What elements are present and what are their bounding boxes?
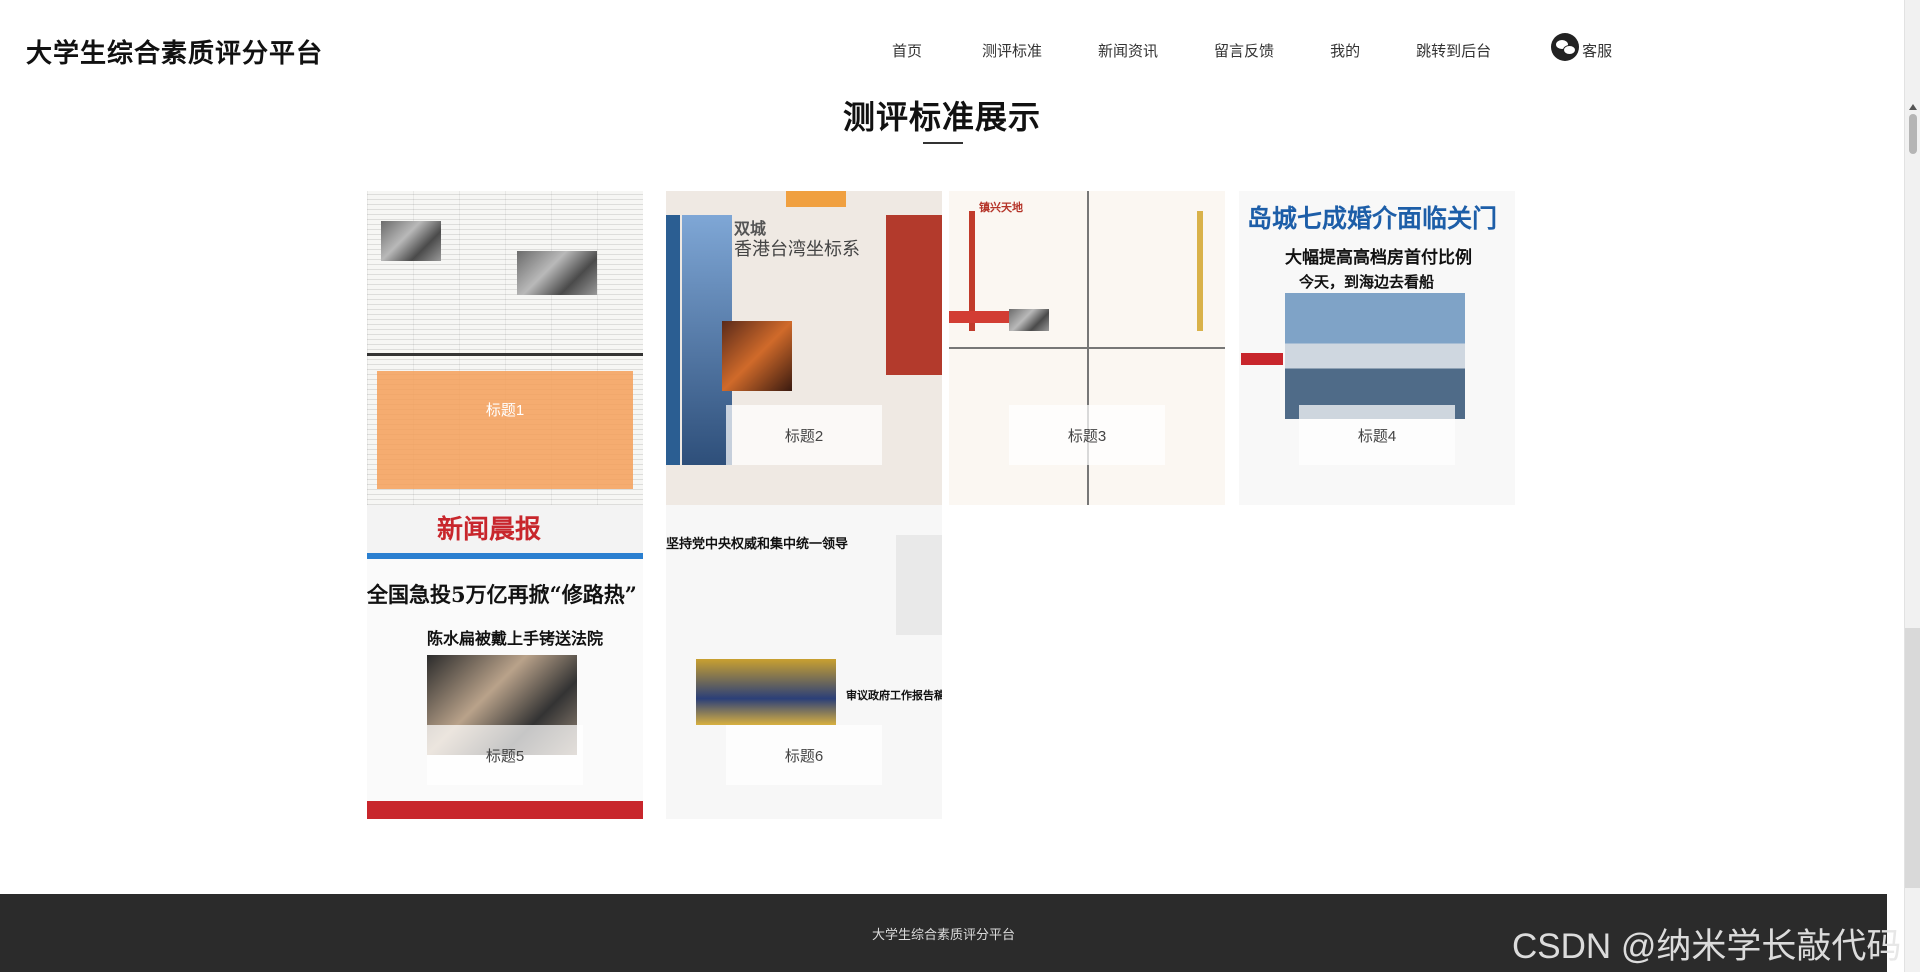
card-accent (949, 311, 1009, 323)
card-label: 标题2 (784, 427, 824, 445)
card-label-overlay: 标题6 (726, 725, 882, 785)
nav-admin[interactable]: 跳转到后台 (1416, 40, 1491, 61)
card-photo (1285, 293, 1465, 419)
nav-mine[interactable]: 我的 (1330, 40, 1360, 61)
standard-card-1[interactable]: 标题1 (367, 191, 643, 505)
card-masthead: 镇兴天地 (979, 201, 1023, 214)
nav-home[interactable]: 首页 (892, 40, 922, 61)
site-title[interactable]: 大学生综合素质评分平台 (26, 33, 323, 70)
card-label: 标题1 (485, 402, 525, 419)
scroll-track (1905, 628, 1920, 888)
card-subhead: 审议政府工作报告稿 (846, 689, 942, 702)
card-label-overlay: 标题4 (1299, 405, 1455, 465)
card-subhead: 陈水扁被戴上手铐送法院 (427, 629, 604, 648)
standard-card-6[interactable]: 坚持党中央权威和集中统一领导 审议政府工作报告稿 标题6 (666, 505, 942, 819)
standard-card-2[interactable]: 双城 香港台湾坐标系 标题2 (666, 191, 942, 505)
wechat-icon (1551, 33, 1580, 61)
card-photo (381, 221, 441, 261)
page-scrollbar[interactable] (1904, 0, 1920, 972)
card-accent (896, 535, 942, 635)
nav-news[interactable]: 新闻资讯 (1098, 40, 1158, 61)
main-nav: 首页 测评标准 新闻资讯 留言反馈 我的 跳转到后台 客服 (892, 33, 1613, 64)
card-subhead-2: 今天，到海边去看船 (1299, 273, 1435, 291)
card-headline: 香港台湾坐标系 (734, 239, 860, 260)
scroll-up-icon[interactable] (1909, 104, 1917, 110)
card-label-overlay: 标题5 (427, 725, 583, 785)
card-accent (1197, 211, 1203, 331)
section-title: 测评标准展示 (842, 99, 1041, 135)
card-photo (722, 321, 792, 391)
site-header: 大学生综合素质评分平台 首页 测评标准 新闻资讯 留言反馈 我的 跳转到后台 客… (0, 0, 1904, 96)
card-accent (886, 215, 942, 375)
standard-card-3[interactable]: 镇兴天地 标题3 (949, 191, 1225, 505)
card-label: 标题4 (1357, 427, 1397, 445)
card-label: 标题5 (485, 747, 525, 765)
card-label: 标题6 (784, 747, 824, 765)
card-headline: 坚持党中央权威和集中统一领导 (666, 537, 849, 552)
nav-feedback[interactable]: 留言反馈 (1214, 40, 1274, 61)
card-photo (696, 659, 836, 725)
card-accent (1241, 353, 1283, 365)
card-photo (1009, 309, 1049, 331)
card-hover-overlay: 标题1 (377, 371, 633, 489)
card-label: 标题3 (1067, 427, 1107, 445)
card-accent (367, 801, 643, 819)
card-headline: 全国急投5万亿再掀“修路热” (367, 582, 637, 607)
title-underline (923, 142, 963, 144)
card-label-overlay: 标题3 (1009, 405, 1165, 465)
card-label-overlay: 标题2 (726, 405, 882, 465)
card-accent (666, 215, 680, 465)
card-subhead: 大幅提高高档房首付比例 (1285, 248, 1472, 268)
customer-service-label: 客服 (1582, 42, 1613, 60)
standard-card-5[interactable]: 新闻晨报 全国急投5万亿再掀“修路热” 陈水扁被戴上手铐送法院 标题5 (367, 505, 643, 819)
card-accent (786, 191, 846, 207)
card-photo (517, 251, 597, 295)
card-masthead: 新闻晨报 (437, 515, 542, 545)
card-accent (367, 353, 643, 356)
scroll-thumb[interactable] (1909, 114, 1917, 154)
card-accent (367, 553, 643, 559)
watermark: CSDN @纳米学长敲代码 (1512, 927, 1902, 966)
nav-standards[interactable]: 测评标准 (982, 40, 1042, 61)
customer-service-button[interactable]: 客服 (1551, 33, 1613, 64)
standard-card-4[interactable]: 岛城七成婚介面临关门 大幅提高高档房首付比例 今天，到海边去看船 标题4 (1239, 191, 1515, 505)
card-accent (949, 347, 1225, 349)
card-headline: 岛城七成婚介面临关门 (1247, 204, 1498, 233)
